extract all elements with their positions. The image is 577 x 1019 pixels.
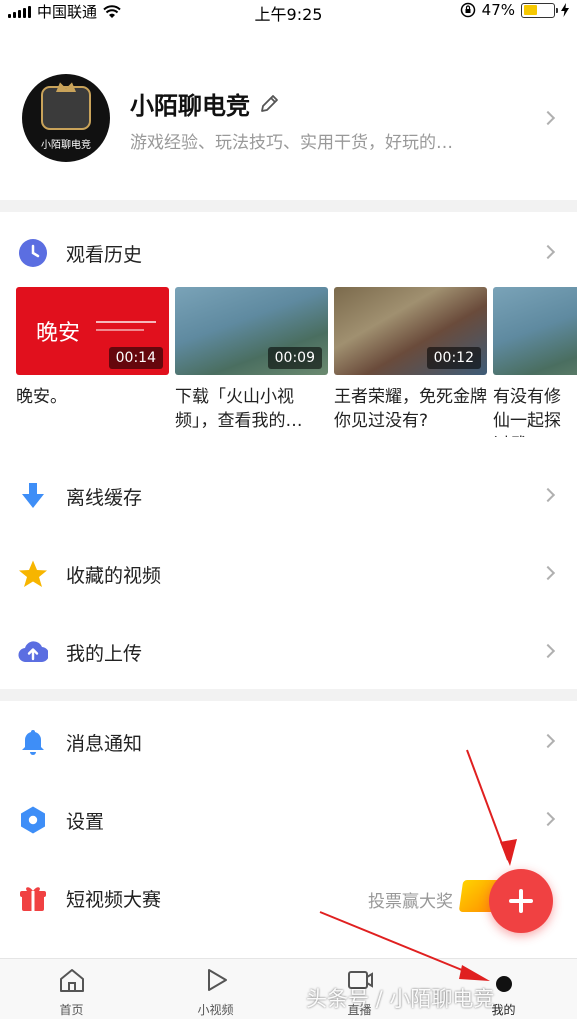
settings-row[interactable]: 设置 — [0, 779, 577, 857]
history-strip[interactable]: 晚安 00:14 晚安。 00:09 下载「火山小视频」，查看我的… 00:12… — [16, 287, 577, 437]
edit-pencil-icon[interactable] — [258, 93, 280, 115]
battery-icon — [521, 2, 558, 18]
history-item-title: 有没有修仙一起探讨武 — [493, 387, 561, 437]
cloud-upload-icon — [18, 641, 48, 663]
star-icon — [19, 560, 47, 587]
play-icon — [208, 969, 227, 991]
my-uploads-row[interactable]: 我的上传 — [0, 611, 577, 689]
chevron-right-icon — [540, 487, 556, 503]
profile-header[interactable]: 小陌聊电竞 小陌聊电竞 游戏经验、玩法技巧、实用干货，好玩的… — [0, 70, 577, 166]
thumbnail-line — [96, 321, 156, 323]
history-item-title: 王者荣耀，免死金牌你见过没有? — [334, 387, 487, 431]
video-thumbnail[interactable]: 晚安 00:14 — [16, 287, 169, 375]
history-item-title: 下载「火山小视频」，查看我的… — [175, 387, 303, 431]
contest-promo-text: 投票赢大奖 — [368, 892, 453, 912]
favorites-row[interactable]: 收藏的视频 — [0, 533, 577, 611]
chevron-right-icon — [540, 811, 556, 827]
charging-icon — [561, 3, 569, 17]
video-thumbnail[interactable] — [493, 287, 577, 375]
crown-emblem-icon — [41, 86, 91, 130]
gift-icon — [20, 887, 46, 911]
profile-description: 游戏经验、玩法技巧、实用干货，好玩的… — [130, 133, 453, 153]
battery-percent: 47% — [481, 1, 515, 19]
chevron-right-icon — [540, 565, 556, 581]
watermark-text: 头条号 / 小陌聊电竞 — [306, 987, 495, 1011]
tab-home-label: 首页 — [59, 1003, 84, 1017]
video-contest-label: 短视频大赛 — [66, 889, 162, 911]
settings-hexagon-icon — [21, 806, 45, 834]
chevron-right-icon — [540, 110, 556, 126]
duration-badge: 00:09 — [267, 347, 322, 369]
video-thumbnail[interactable]: 00:12 — [334, 287, 487, 375]
watch-history-row[interactable]: 观看历史 — [0, 212, 577, 290]
avatar-text: 小陌聊电竞 — [41, 140, 91, 151]
history-item[interactable]: 有没有修仙一起探讨武 — [493, 287, 577, 437]
my-uploads-label: 我的上传 — [66, 643, 143, 665]
history-item-title: 晚安。 — [16, 387, 67, 407]
history-item[interactable]: 00:12 王者荣耀，免死金牌你见过没有? — [334, 287, 487, 433]
add-button[interactable] — [489, 869, 553, 933]
tab-short-video[interactable]: 小视频 — [158, 959, 273, 1019]
chevron-right-icon — [540, 733, 556, 749]
bell-icon — [22, 730, 44, 755]
home-icon — [60, 969, 84, 992]
orientation-lock-icon — [460, 2, 475, 18]
offline-cache-row[interactable]: 离线缓存 — [0, 455, 577, 533]
thumbnail-text: 晚安 — [36, 321, 81, 346]
offline-cache-label: 离线缓存 — [66, 487, 143, 509]
history-item[interactable]: 00:09 下载「火山小视频」，查看我的… — [175, 287, 328, 433]
download-arrow-icon — [22, 483, 44, 508]
clock-icon — [19, 239, 47, 267]
avatar[interactable]: 小陌聊电竞 — [22, 74, 110, 162]
status-bar: 中国联通 上午9:25 47% — [0, 0, 577, 24]
video-thumbnail[interactable]: 00:09 — [175, 287, 328, 375]
tab-home[interactable]: 首页 — [14, 959, 129, 1019]
settings-label: 设置 — [66, 811, 105, 833]
notifications-label: 消息通知 — [66, 733, 143, 755]
profile-name: 小陌聊电竞 — [130, 92, 250, 120]
chevron-right-icon — [540, 643, 556, 659]
favorites-label: 收藏的视频 — [66, 565, 162, 587]
watch-history-label: 观看历史 — [66, 244, 143, 266]
notifications-row[interactable]: 消息通知 — [0, 701, 577, 779]
section-divider — [0, 689, 577, 701]
section-divider — [0, 200, 577, 212]
thumbnail-line — [96, 329, 144, 331]
chevron-right-icon — [540, 244, 556, 260]
history-item[interactable]: 晚安 00:14 晚安。 — [16, 287, 169, 409]
duration-badge: 00:12 — [426, 347, 481, 369]
duration-badge: 00:14 — [108, 347, 163, 369]
tab-short-video-label: 小视频 — [197, 1003, 234, 1017]
